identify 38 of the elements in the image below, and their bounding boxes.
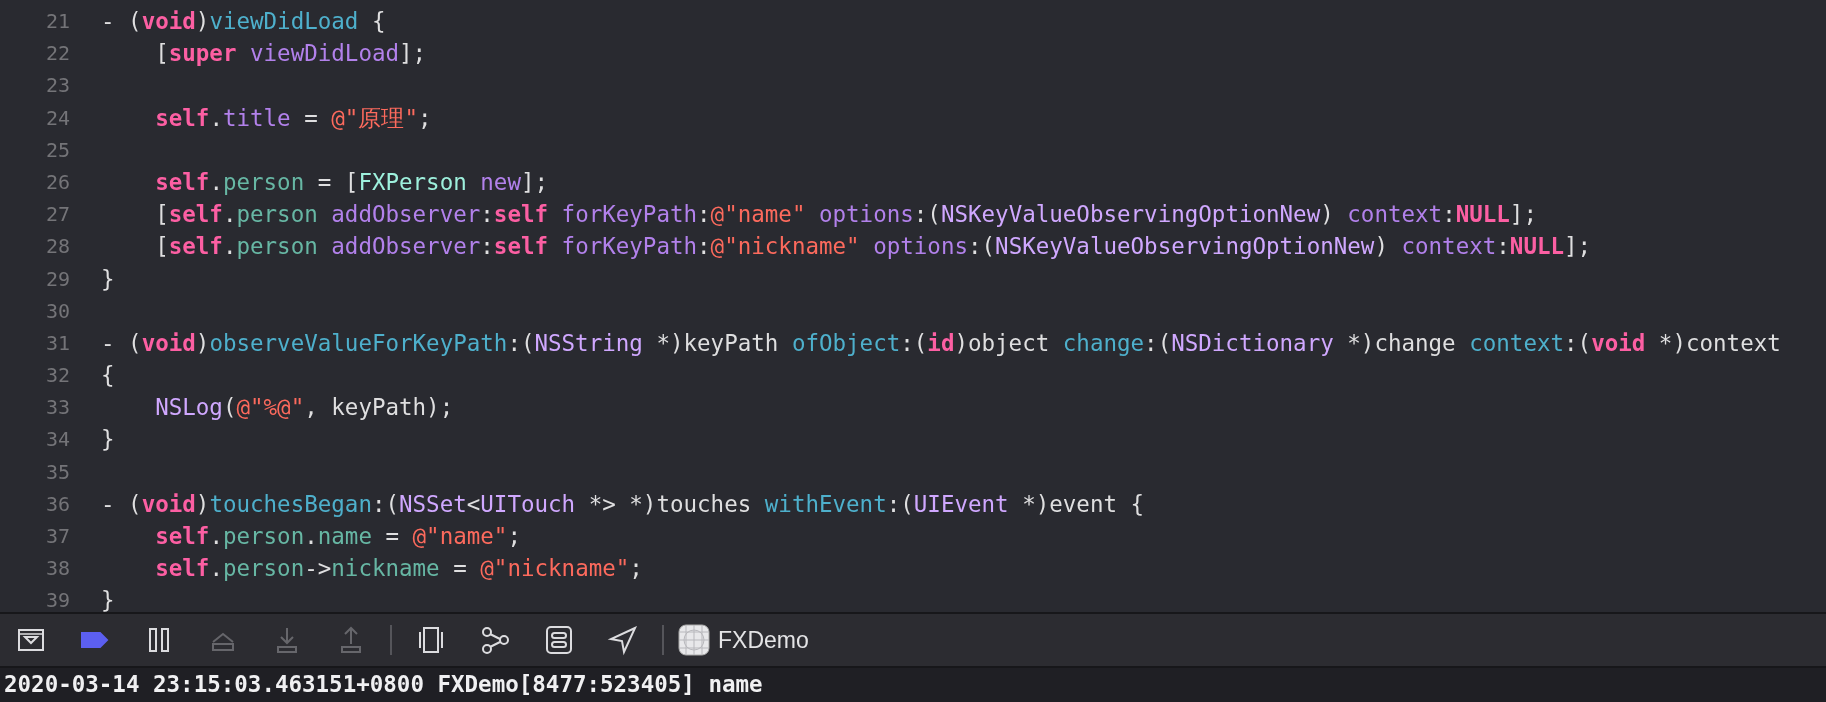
line-number: 27 bbox=[44, 201, 70, 229]
code-line: { bbox=[101, 361, 115, 391]
code-line: self.title = @"原理"; bbox=[154, 103, 432, 133]
code-line: [super viewDidLoad]; bbox=[154, 39, 427, 69]
line-number: 31 bbox=[44, 329, 70, 357]
line-number: 36 bbox=[44, 490, 70, 518]
code-line: self.person = [FXPerson new]; bbox=[154, 167, 549, 197]
code-line: - (void)viewDidLoad { bbox=[101, 7, 386, 36]
line-number: 29 bbox=[44, 265, 70, 293]
line-number: 26 bbox=[44, 168, 70, 196]
app-icon bbox=[678, 624, 710, 656]
line-number: 30 bbox=[44, 297, 70, 325]
line-number: 39 bbox=[44, 587, 70, 615]
line-number: 25 bbox=[44, 136, 70, 164]
line-number: 38 bbox=[44, 555, 70, 583]
line-number: 22 bbox=[44, 40, 70, 68]
line-number: 28 bbox=[44, 233, 70, 261]
code-line: [self.person addObserver:self forKeyPath:@"nickname" options:(NSKeyValueObservingOptionNew) context:NULL]; bbox=[154, 232, 1592, 262]
location-arrow-icon[interactable] bbox=[606, 623, 640, 657]
line-number: 37 bbox=[44, 523, 70, 550]
code-line: } bbox=[101, 425, 115, 455]
line-number: 34 bbox=[44, 426, 70, 454]
line-number: 21 bbox=[44, 8, 70, 35]
code-line: self.person->nickname = @"nickname"; bbox=[154, 554, 643, 584]
line-number: 33 bbox=[44, 394, 70, 422]
code-line: NSLog(@"%@", keyPath); bbox=[154, 393, 454, 423]
code-line: - (void)touchesBegan:(NSSet<UITouch *> *)touches withEvent:(UIEvent *)event { bbox=[101, 489, 1145, 519]
console-line: 2020-03-14 23:15:03.463151+0800 FXDemo[8477:523405] name bbox=[4, 670, 764, 699]
target-name[interactable]: FXDemo bbox=[718, 626, 809, 654]
line-number: 24 bbox=[44, 104, 70, 132]
code-line: - (void)observeValueForKeyPath:(NSString *)keyPath ofObject:(id)object change:(NSDictionary *)change context:(void *)context bbox=[101, 328, 1781, 358]
code-line: } bbox=[101, 264, 115, 294]
code-line: } bbox=[101, 586, 115, 616]
code-line: self.person.name = @"name"; bbox=[154, 522, 521, 551]
line-number: 23 bbox=[44, 72, 70, 100]
line-number: 32 bbox=[44, 362, 70, 390]
code-line: [self.person addObserver:self forKeyPath:@"name" options:(NSKeyValueObservingOptionNew) context:NULL]; bbox=[154, 200, 1537, 230]
line-number: 35 bbox=[44, 458, 70, 486]
